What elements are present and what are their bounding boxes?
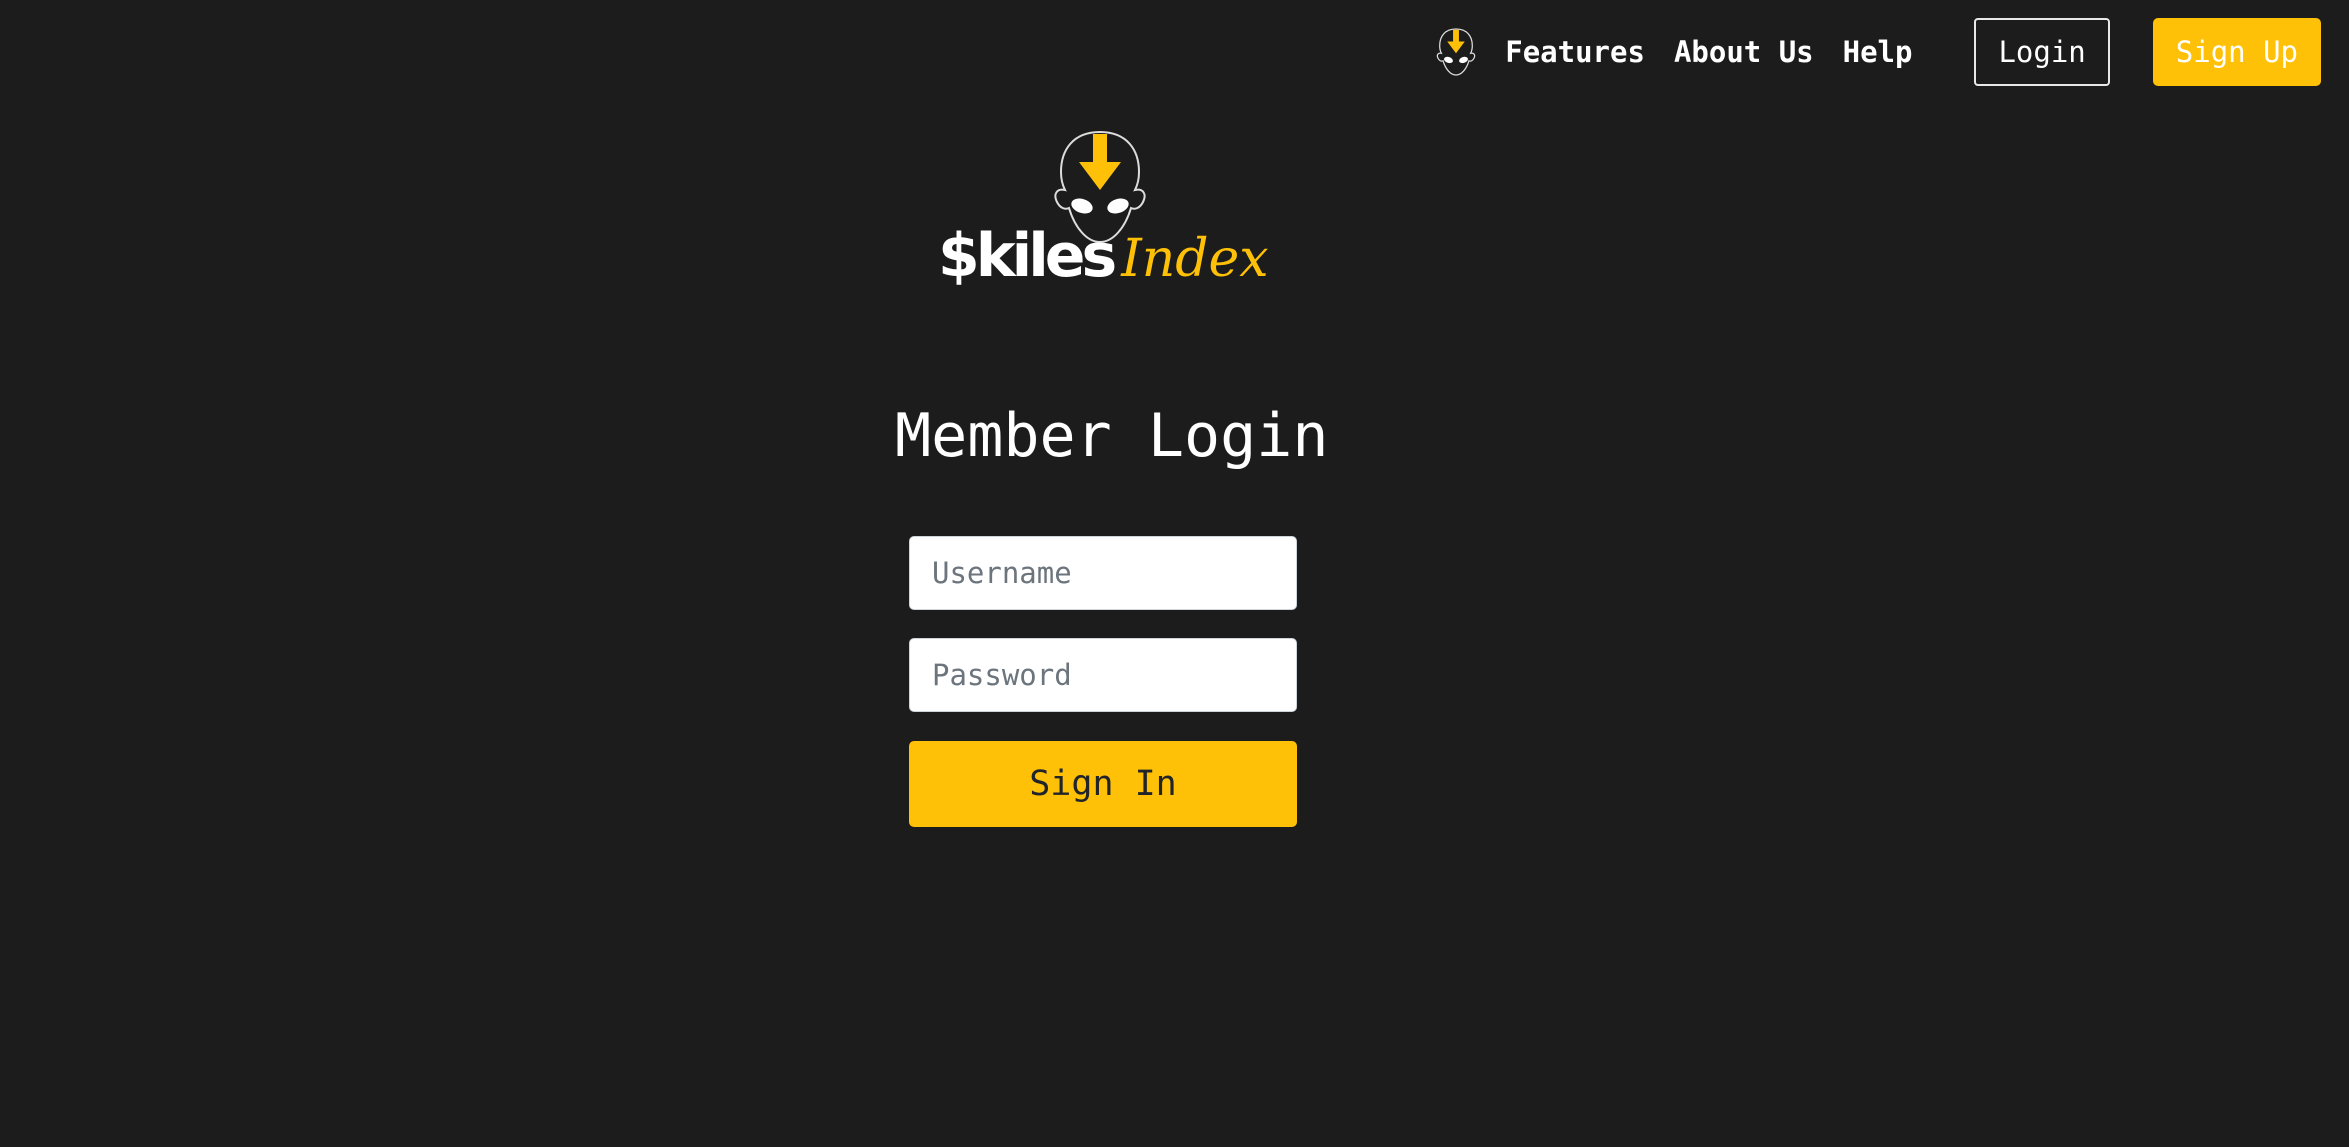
sign-in-button[interactable]: Sign In	[909, 741, 1297, 827]
brand-logo: $kiles Index	[930, 128, 1269, 308]
password-input[interactable]	[909, 638, 1297, 712]
page: Features About Us Help Login Sign Up $ki…	[0, 0, 2349, 1147]
nav-logo-icon[interactable]	[1433, 27, 1479, 77]
nav-link-features[interactable]: Features	[1505, 35, 1645, 69]
brand-wordmark-main: $kiles	[938, 221, 1117, 291]
login-title-wrap: Member Login	[895, 400, 1329, 472]
login-button[interactable]: Login	[1974, 18, 2110, 86]
login-title: Member Login	[895, 401, 1329, 471]
username-input[interactable]	[909, 536, 1297, 610]
brand-wordmark: $kiles Index	[938, 226, 1269, 286]
top-nav: Features About Us Help Login Sign Up	[1433, 18, 2321, 86]
nav-link-help[interactable]: Help	[1843, 35, 1913, 69]
brand-wordmark-accent: Index	[1121, 229, 1269, 289]
nav-link-about-us[interactable]: About Us	[1674, 35, 1814, 69]
sign-up-button[interactable]: Sign Up	[2152, 18, 2321, 86]
